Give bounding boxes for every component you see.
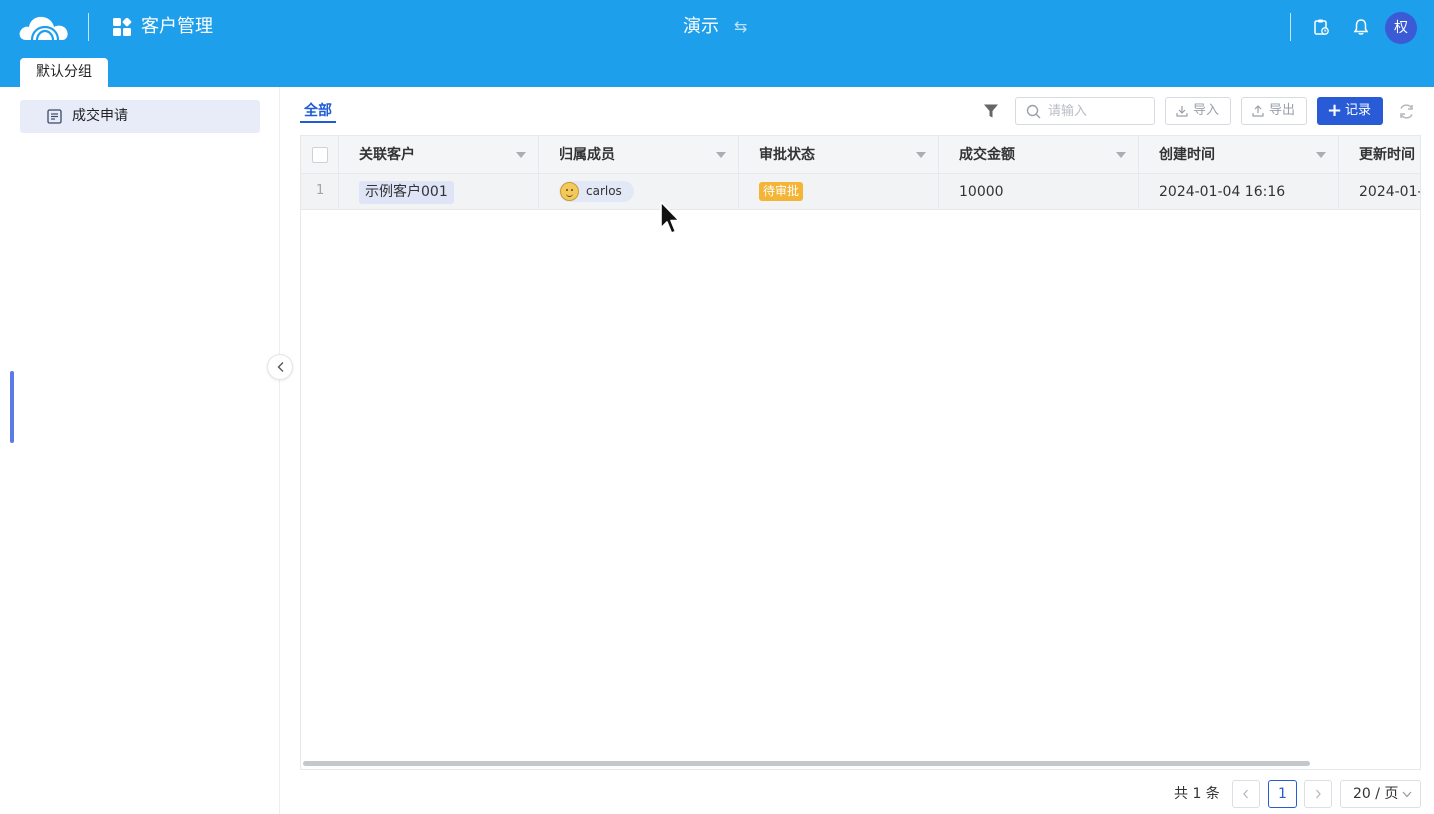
chevron-right-icon [1316,789,1321,799]
refresh-icon[interactable] [1398,103,1415,120]
add-record-button[interactable]: + 记录 [1317,97,1383,125]
chevron-down-icon [1402,791,1412,798]
row-number: 1 [316,183,325,198]
column-header-created[interactable]: 创建时间 [1139,136,1339,174]
import-label: 导入 [1193,103,1220,118]
table-row[interactable]: 1 示例客户001 carlos 待审批 10000 2024-01-04 16… [301,174,1421,210]
top-bar: 客户管理 演示 ⇆ 权 默认分组 [0,0,1434,87]
horizontal-scrollbar[interactable] [303,761,1310,766]
column-header-customer[interactable]: 关联客户 [339,136,539,174]
caret-down-icon[interactable] [516,152,526,158]
member-avatar [560,182,579,201]
updated-cell[interactable]: 2024-01- [1339,174,1421,210]
tab-active-indicator [300,121,336,123]
customer-cell[interactable]: 示例客户001 [339,174,539,210]
search-input[interactable] [1048,102,1148,120]
plus-icon: + [1327,100,1343,121]
caret-down-icon[interactable] [716,152,726,158]
member-chip[interactable]: carlos [559,181,634,202]
column-header-member[interactable]: 归属成员 [539,136,739,174]
header-select-cell [301,136,339,174]
caret-down-icon[interactable] [1116,152,1126,158]
apps-grid-icon [113,18,132,36]
table-header: 关联客户 归属成员 审批状态 成交金额 创建时间 更新时间 [301,136,1420,174]
bell-icon[interactable] [1352,18,1370,36]
download-icon [1176,106,1188,117]
header-divider-right [1290,13,1291,41]
form-icon [47,109,62,124]
created-value: 2024-01-04 16:16 [1159,184,1286,200]
workspace-title[interactable]: 演示 [683,15,719,39]
tab-default-group[interactable]: 默认分组 [20,58,108,87]
select-all-checkbox[interactable] [312,147,328,163]
prev-page-button[interactable] [1232,780,1260,808]
clipboard-icon[interactable] [1312,18,1330,36]
data-table: 关联客户 归属成员 审批状态 成交金额 创建时间 更新时间 1 示例客户001 [300,135,1421,770]
status-badge: 待审批 [759,182,804,201]
export-button[interactable]: 导出 [1241,97,1307,125]
mouse-cursor-icon [660,201,680,234]
chevron-left-icon [277,362,284,372]
export-label: 导出 [1269,103,1296,118]
updated-value: 2024-01- [1359,184,1421,200]
caret-down-icon[interactable] [916,152,926,158]
tab-all[interactable]: 全部 [304,102,332,121]
row-number-cell: 1 [301,174,339,210]
page-number-current[interactable]: 1 [1268,780,1297,808]
next-page-button[interactable] [1304,780,1332,808]
user-avatar[interactable]: 权 [1385,12,1417,44]
header-divider [88,13,89,41]
created-cell[interactable]: 2024-01-04 16:16 [1139,174,1339,210]
upload-icon [1252,105,1264,117]
page-size-select[interactable]: 20 / 页 [1340,780,1421,808]
collapse-sidebar-button[interactable] [267,354,293,380]
sidebar-item-label: 成交申请 [72,108,128,124]
member-name: carlos [586,184,622,198]
search-box[interactable] [1015,97,1155,125]
filter-icon[interactable] [983,103,999,119]
column-header-status[interactable]: 审批状态 [739,136,939,174]
column-header-updated[interactable]: 更新时间 [1339,136,1420,174]
sidebar-drag-handle[interactable] [10,371,14,443]
customer-tag[interactable]: 示例客户001 [359,181,454,204]
amount-value: 10000 [959,184,1004,200]
status-cell[interactable]: 待审批 [739,174,939,210]
member-cell[interactable]: carlos [539,174,739,210]
app-title[interactable]: 客户管理 [141,15,213,39]
cloud-logo-icon[interactable] [18,12,70,42]
swap-icon[interactable]: ⇆ [734,18,752,36]
sidebar: 成交申请 [0,87,280,814]
add-record-label: 记录 [1345,103,1372,118]
import-button[interactable]: 导入 [1165,97,1231,125]
chevron-left-icon [1243,789,1248,799]
search-icon [1026,104,1041,119]
page-size-value: 20 / 页 [1353,786,1399,802]
sidebar-item-deal-request[interactable]: 成交申请 [20,100,260,133]
column-header-amount[interactable]: 成交金额 [939,136,1139,174]
caret-down-icon[interactable] [1316,152,1326,158]
amount-cell[interactable]: 10000 [939,174,1139,210]
total-count: 共 1 条 [1174,786,1220,802]
